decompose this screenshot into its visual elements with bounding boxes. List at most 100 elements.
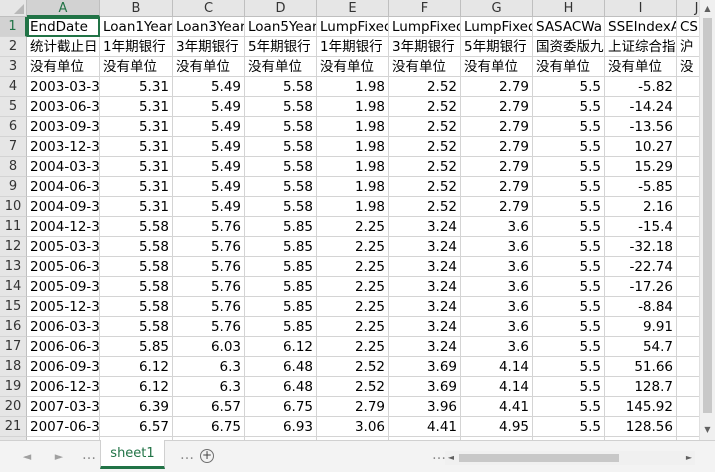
column-header-c[interactable]: C [173,0,245,17]
cell-i21[interactable]: 128.56 [605,417,677,437]
cell-c2[interactable]: 3年期银行 [173,37,245,57]
cell-j15[interactable] [677,297,699,317]
cell-d5[interactable]: 5.58 [245,97,317,117]
cell-d9[interactable]: 5.58 [245,177,317,197]
cell-e2[interactable]: 1年期银行 [317,37,389,57]
cell-g16[interactable]: 3.6 [461,317,533,337]
cell-d4[interactable]: 5.58 [245,77,317,97]
cell-b19[interactable]: 6.12 [100,377,173,397]
cell-e5[interactable]: 1.98 [317,97,389,117]
cell-h4[interactable]: 5.5 [533,77,605,97]
first-sheet-icon[interactable]: ◄ [20,450,34,464]
cell-g3[interactable]: 没有单位 [461,57,533,77]
cell-c15[interactable]: 5.76 [173,297,245,317]
cell-f2[interactable]: 3年期银行 [389,37,461,57]
cell-d18[interactable]: 6.48 [245,357,317,377]
cell-f6[interactable]: 2.52 [389,117,461,137]
cell-j21[interactable] [677,417,699,437]
cell-c17[interactable]: 6.03 [173,337,245,357]
cell-e19[interactable]: 2.52 [317,377,389,397]
cell-i2[interactable]: 上证综合指 [605,37,677,57]
cell-f13[interactable]: 3.24 [389,257,461,277]
tab-sheet1[interactable]: sheet1 [100,440,165,469]
cell-c3[interactable]: 没有单位 [173,57,245,77]
cell-e9[interactable]: 1.98 [317,177,389,197]
cell-h11[interactable]: 5.5 [533,217,605,237]
cell-e10[interactable]: 1.98 [317,197,389,217]
cell-e4[interactable]: 1.98 [317,77,389,97]
cell-c11[interactable]: 5.76 [173,217,245,237]
cell-g4[interactable]: 2.79 [461,77,533,97]
tab-bar-splitter-icon[interactable]: … [432,447,446,463]
cell-e20[interactable]: 2.79 [317,397,389,417]
cell-h21[interactable]: 5.5 [533,417,605,437]
cell-b10[interactable]: 5.31 [100,197,173,217]
cell-g1[interactable]: LumpFixed [461,17,533,37]
cell-j10[interactable] [677,197,699,217]
cell-i15[interactable]: -8.84 [605,297,677,317]
cell-a11[interactable]: 2004-12-3 [27,217,100,237]
cell-a21[interactable]: 2007-06-3 [27,417,100,437]
cell-b20[interactable]: 6.39 [100,397,173,417]
cell-a8[interactable]: 2004-03-3 [27,157,100,177]
cell-i13[interactable]: -22.74 [605,257,677,277]
cell-f19[interactable]: 3.69 [389,377,461,397]
cell-d21[interactable]: 6.93 [245,417,317,437]
cell-e7[interactable]: 1.98 [317,137,389,157]
row-header-19[interactable]: 19 [0,377,27,397]
cell-i14[interactable]: -17.26 [605,277,677,297]
cell-d11[interactable]: 5.85 [245,217,317,237]
cell-a2[interactable]: 统计截止日 [27,37,100,57]
cell-h7[interactable]: 5.5 [533,137,605,157]
cell-f17[interactable]: 3.24 [389,337,461,357]
cell-a3[interactable]: 没有单位 [27,57,100,77]
cell-b12[interactable]: 5.58 [100,237,173,257]
cell-i5[interactable]: -14.24 [605,97,677,117]
cell-a6[interactable]: 2003-09-3 [27,117,100,137]
cell-i3[interactable]: 没有单位 [605,57,677,77]
cell-e14[interactable]: 2.25 [317,277,389,297]
cell-c10[interactable]: 5.49 [173,197,245,217]
cell-e3[interactable]: 没有单位 [317,57,389,77]
cell-g12[interactable]: 3.6 [461,237,533,257]
cell-b21[interactable]: 6.57 [100,417,173,437]
cell-d20[interactable]: 6.75 [245,397,317,417]
cell-c20[interactable]: 6.57 [173,397,245,417]
cell-b11[interactable]: 5.58 [100,217,173,237]
cell-a20[interactable]: 2007-03-3 [27,397,100,417]
cell-h15[interactable]: 5.5 [533,297,605,317]
cell-b1[interactable]: Loan1Year [100,17,173,37]
cell-j8[interactable] [677,157,699,177]
cell-j20[interactable] [677,397,699,417]
cell-f8[interactable]: 2.52 [389,157,461,177]
cell-h20[interactable]: 5.5 [533,397,605,417]
cell-g8[interactable]: 2.79 [461,157,533,177]
cell-j16[interactable] [677,317,699,337]
cell-i18[interactable]: 51.66 [605,357,677,377]
cell-f11[interactable]: 3.24 [389,217,461,237]
cell-j1[interactable]: CS [677,17,699,37]
column-header-g[interactable]: G [461,0,533,17]
cell-a7[interactable]: 2003-12-3 [27,137,100,157]
cell-h18[interactable]: 5.5 [533,357,605,377]
cell-j13[interactable] [677,257,699,277]
vertical-scroll-thumb[interactable] [703,18,712,413]
cell-b18[interactable]: 6.12 [100,357,173,377]
cell-b4[interactable]: 5.31 [100,77,173,97]
cell-h12[interactable]: 5.5 [533,237,605,257]
cell-h2[interactable]: 国资委版九 [533,37,605,57]
cell-e8[interactable]: 1.98 [317,157,389,177]
cell-j18[interactable] [677,357,699,377]
cell-a15[interactable]: 2005-12-3 [27,297,100,317]
cell-i11[interactable]: -15.4 [605,217,677,237]
cell-g14[interactable]: 3.6 [461,277,533,297]
column-header-d[interactable]: D [245,0,317,17]
cell-i6[interactable]: -13.56 [605,117,677,137]
cell-c16[interactable]: 5.76 [173,317,245,337]
cell-j3[interactable]: 没 [677,57,699,77]
cell-i20[interactable]: 145.92 [605,397,677,417]
row-header-21[interactable]: 21 [0,417,27,437]
cell-b7[interactable]: 5.31 [100,137,173,157]
column-header-e[interactable]: E [317,0,389,17]
column-header-j[interactable]: J [677,0,699,17]
